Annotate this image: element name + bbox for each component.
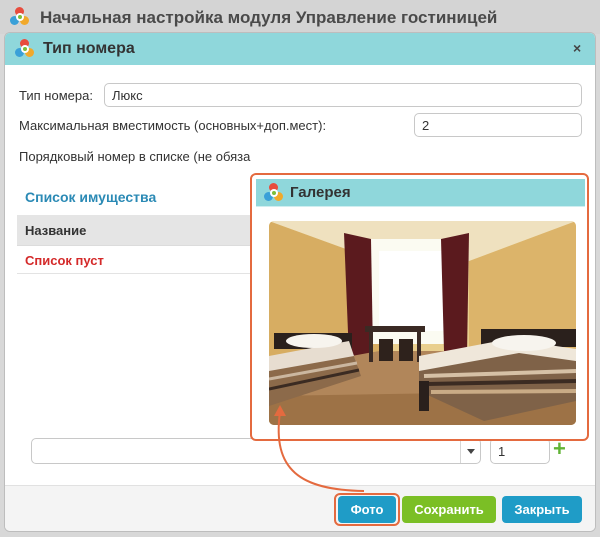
app-window: Начальная настройка модуля Управление го…	[0, 0, 600, 537]
connector-arrow	[274, 405, 365, 492]
